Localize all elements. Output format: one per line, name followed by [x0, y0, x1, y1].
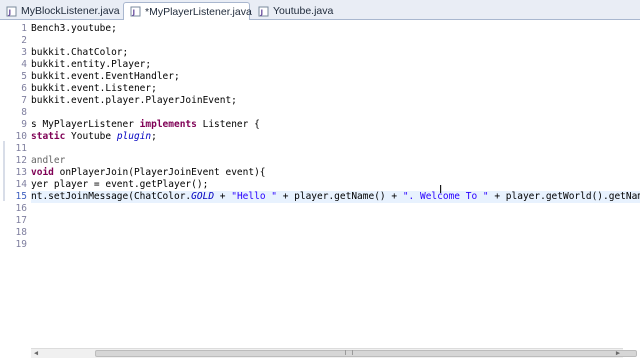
string-literal: ". Welcome To " [402, 191, 489, 202]
code-text: bukkit.event.EventHandler; [31, 71, 180, 82]
current-code-line: nt.setJoinMessage(ChatColor.GOLD + "Hell… [31, 191, 640, 203]
svg-text:J: J [260, 8, 264, 16]
code-text: onPlayerJoin(PlayerJoinEvent event){ [53, 167, 266, 178]
code-text: + [214, 191, 232, 202]
annotation: andler [31, 155, 66, 166]
keyword: static [31, 131, 66, 142]
code-text: bukkit.ChatColor; [31, 47, 129, 58]
scroll-left-arrow-icon[interactable]: ◀ [31, 349, 41, 358]
tab-myplayerlistener[interactable]: J *MyPlayerListener.java ✕ [123, 2, 266, 20]
code-line: bukkit.event.player.PlayerJoinEvent; [31, 95, 640, 107]
line-number: 16 [15, 203, 27, 214]
line-number: 17 [15, 215, 27, 226]
java-file-icon: J [130, 6, 141, 17]
scroll-right-arrow-icon[interactable]: ▶ [613, 349, 623, 358]
svg-text:J: J [8, 8, 12, 16]
line-number: 13 [15, 167, 27, 178]
horizontal-scrollbar[interactable]: ◀ ▶ [31, 348, 637, 358]
code-line: yer player = event.getPlayer(); [31, 179, 640, 191]
line-number: 8 [21, 107, 27, 118]
code-text: nt.setJoinMessage(ChatColor. [31, 191, 192, 202]
code-text: Youtube [65, 131, 117, 142]
line-number: 7 [21, 95, 27, 106]
line-number: 3 [21, 47, 27, 58]
line-number: 14 [15, 179, 27, 190]
line-number: 4 [21, 59, 27, 70]
code-line: void onPlayerJoin(PlayerJoinEvent event)… [31, 167, 640, 179]
code-line: bukkit.ChatColor; [31, 47, 640, 59]
line-number-gutter[interactable]: 1 2 3 4 5 6 7 8 9 10 11 12 13 14 15 16 1… [0, 21, 30, 345]
java-file-icon: J [258, 6, 269, 17]
code-text: bukkit.event.Listener; [31, 83, 157, 94]
line-number: 19 [15, 239, 27, 250]
string-literal: "Hello " [231, 191, 277, 202]
code-editor[interactable]: Bench3.youtube; bukkit.ChatColor; bukkit… [31, 21, 640, 345]
code-text: s MyPlayerListener [31, 119, 140, 130]
tab-label: Youtube.java [273, 5, 334, 17]
line-number-current: 15 [15, 191, 27, 202]
tab-label: *MyPlayerListener.java [145, 5, 252, 18]
editor-tab-bar: J MyBlockListener.java J *MyPlayerListen… [0, 0, 640, 20]
keyword: void [31, 167, 54, 178]
code-line: bukkit.event.EventHandler; [31, 71, 640, 83]
line-number: 1 [21, 23, 27, 34]
line-number: 11 [15, 143, 27, 154]
text-cursor-ibeam-icon: I [439, 183, 443, 196]
code-text: ; [151, 131, 157, 142]
line-number: 10 [15, 131, 27, 142]
line-number: 2 [21, 35, 27, 46]
code-line: Bench3.youtube; [31, 23, 640, 35]
field-name: plugin [116, 131, 152, 142]
scrollbar-thumb[interactable] [95, 350, 637, 357]
code-line: andler [31, 155, 640, 167]
line-number: 6 [21, 83, 27, 94]
tab-label: MyBlockListener.java [21, 5, 120, 17]
code-text: + player.getWorld().getName()); [494, 191, 640, 202]
line-number: 9 [21, 119, 27, 130]
code-text: + player.getName() + [276, 191, 403, 202]
line-number: 12 [15, 155, 27, 166]
code-line: s MyPlayerListener implements Listener { [31, 119, 640, 131]
line-number: 18 [15, 227, 27, 238]
tab-myblocklistener[interactable]: J MyBlockListener.java [0, 2, 122, 20]
line-number: 5 [21, 71, 27, 82]
code-text: bukkit.entity.Player; [31, 59, 152, 70]
scrollbar-grip-icon [345, 350, 353, 355]
keyword: implements [139, 119, 197, 130]
code-text: yer player = event.getPlayer(); [31, 179, 209, 190]
java-file-icon: J [6, 6, 17, 17]
code-line: bukkit.entity.Player; [31, 59, 640, 71]
svg-text:J: J [132, 9, 136, 17]
tab-youtube[interactable]: J Youtube.java [252, 2, 362, 20]
code-text: Listener { [196, 119, 260, 130]
code-line: bukkit.event.Listener; [31, 83, 640, 95]
field-name: GOLD [191, 191, 215, 202]
code-text: bukkit.event.player.PlayerJoinEvent; [31, 95, 237, 106]
code-line: static Youtube plugin; [31, 131, 640, 143]
code-text: Bench3.youtube; [31, 23, 117, 34]
